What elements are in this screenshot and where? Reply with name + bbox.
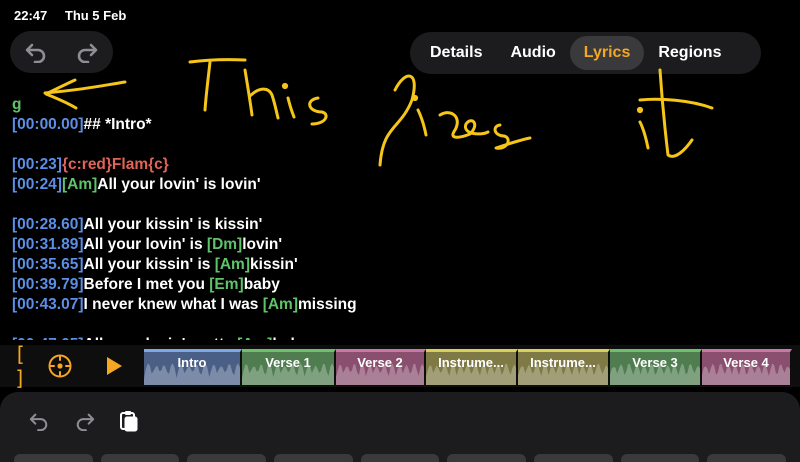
status-date: Thu 5 Feb	[64, 8, 127, 23]
region-block[interactable]: Verse 3	[610, 349, 702, 385]
status-bar: 22:47 Thu 5 Feb	[14, 8, 140, 23]
redo-icon[interactable]	[73, 38, 101, 66]
lyric-line: [00:43.07]I never knew what I was [Am]mi…	[12, 295, 800, 315]
tab-regions[interactable]: Regions	[644, 36, 735, 70]
lyric-tag: {c:red}Flam{c}	[61, 156, 169, 173]
lyric-text: All your kissin' is	[83, 256, 215, 273]
lyric-timestamp: [00:35.65]	[12, 256, 84, 273]
lyric-blank-line	[12, 135, 800, 155]
lyric-line: [00:31.89]All your lovin' is [Dm]lovin'	[12, 235, 800, 255]
lyric-line: [00:00.00]## *Intro*	[12, 115, 800, 135]
undo-icon[interactable]	[22, 38, 50, 66]
lyric-text: ## *Intro*	[83, 116, 152, 133]
lyric-timestamp: [00:23]	[12, 156, 62, 173]
lyric-line: [00:47.05]All your lovin' pretty [Am]bab…	[12, 335, 800, 340]
paste-icon[interactable]	[116, 408, 142, 434]
region-label: Verse 4	[723, 355, 769, 370]
region-label: Intro	[177, 355, 207, 370]
lyric-line: [00:35.65]All your kissin' is [Am]kissin…	[12, 255, 800, 275]
lyric-timestamp: [00:31.89]	[12, 236, 84, 253]
lyric-chord: [Am]	[214, 256, 251, 273]
lyric-text: Before I met you	[83, 276, 210, 293]
lyric-line: [00:39.79]Before I met you [Em]baby	[12, 275, 800, 295]
lyric-text: missing	[298, 296, 357, 313]
redo-icon[interactable]	[72, 408, 98, 434]
tab-bar: Details Audio Lyrics Regions	[410, 32, 761, 74]
lyrics-editor[interactable]: g [00:00.00]## *Intro* [00:23]{c:red}Flam…	[12, 95, 800, 340]
lyric-text: All your lovin' is lovin'	[97, 176, 261, 193]
region-block[interactable]: Instrume...	[426, 349, 518, 385]
lyric-text: I never knew what I was	[83, 296, 263, 313]
lyric-line: [00:23]{c:red}Flam{c}	[12, 155, 800, 175]
lyric-chord: [Am]	[237, 336, 272, 340]
keyboard-keys-edge	[0, 454, 800, 462]
bottom-toolbar	[0, 392, 800, 462]
tab-audio[interactable]: Audio	[496, 36, 569, 70]
lyric-blank-line	[12, 195, 800, 215]
lyric-text: All your kissin' is kissin'	[83, 216, 263, 233]
region-label: Instrume...	[530, 355, 596, 370]
metronome-icon[interactable]	[46, 345, 74, 387]
region-label: Instrume...	[438, 355, 504, 370]
lyric-line: [00:28.60]All your kissin' is kissin'	[12, 215, 800, 235]
region-block[interactable]: Intro	[144, 349, 242, 385]
lyric-chord: [Am]	[262, 296, 299, 313]
lyric-text: All your lovin' pretty	[84, 336, 238, 340]
lyric-timestamp: [00:47.05]	[12, 336, 84, 340]
transport-bar: [ ] Intro Verse 1 Verse 2 Instrume... Instru…	[0, 342, 800, 390]
lyric-timestamp: [00:24]	[12, 176, 62, 193]
region-block[interactable]: Verse 2	[336, 349, 426, 385]
undo-redo-group	[10, 31, 113, 73]
lyric-text: baby	[243, 276, 280, 293]
lyric-timestamp: [00:39.79]	[12, 276, 84, 293]
lyrics-first-line: g	[12, 96, 22, 113]
lyric-chord: [Dm]	[206, 236, 243, 253]
lyric-chord: [Am]	[61, 176, 98, 193]
lyric-text: lovin'	[242, 236, 283, 253]
tab-details[interactable]: Details	[416, 36, 496, 70]
lyric-text: All your lovin' is	[83, 236, 207, 253]
lyric-timestamp: [00:43.07]	[12, 296, 84, 313]
region-block[interactable]: Verse 1	[242, 349, 336, 385]
undo-icon[interactable]	[26, 408, 52, 434]
region-label: Verse 3	[632, 355, 678, 370]
tab-lyrics[interactable]: Lyrics	[569, 36, 645, 70]
play-icon[interactable]	[100, 345, 128, 387]
region-label: Verse 2	[357, 355, 403, 370]
lyric-line: [00:24][Am]All your lovin' is lovin'	[12, 175, 800, 195]
region-block[interactable]: Instrume...	[518, 349, 610, 385]
lyrics-lines: [00:00.00]## *Intro* [00:23]{c:red}Flam{c…	[12, 115, 800, 340]
lyric-chord: [Em]	[209, 276, 244, 293]
lyric-text: kissin'	[250, 256, 298, 273]
lyric-text: baby	[272, 336, 308, 340]
lyric-timestamp: [00:00.00]	[12, 116, 84, 133]
lyric-blank-line	[12, 315, 800, 335]
status-time: 22:47	[14, 8, 48, 23]
regions-strip[interactable]: Intro Verse 1 Verse 2 Instrume... Instrume..…	[144, 349, 800, 385]
region-block[interactable]: Verse 4	[702, 349, 792, 385]
lyric-timestamp: [00:28.60]	[12, 216, 84, 233]
region-label: Verse 1	[265, 355, 311, 370]
loop-bracket-button[interactable]: [ ]	[14, 342, 42, 390]
